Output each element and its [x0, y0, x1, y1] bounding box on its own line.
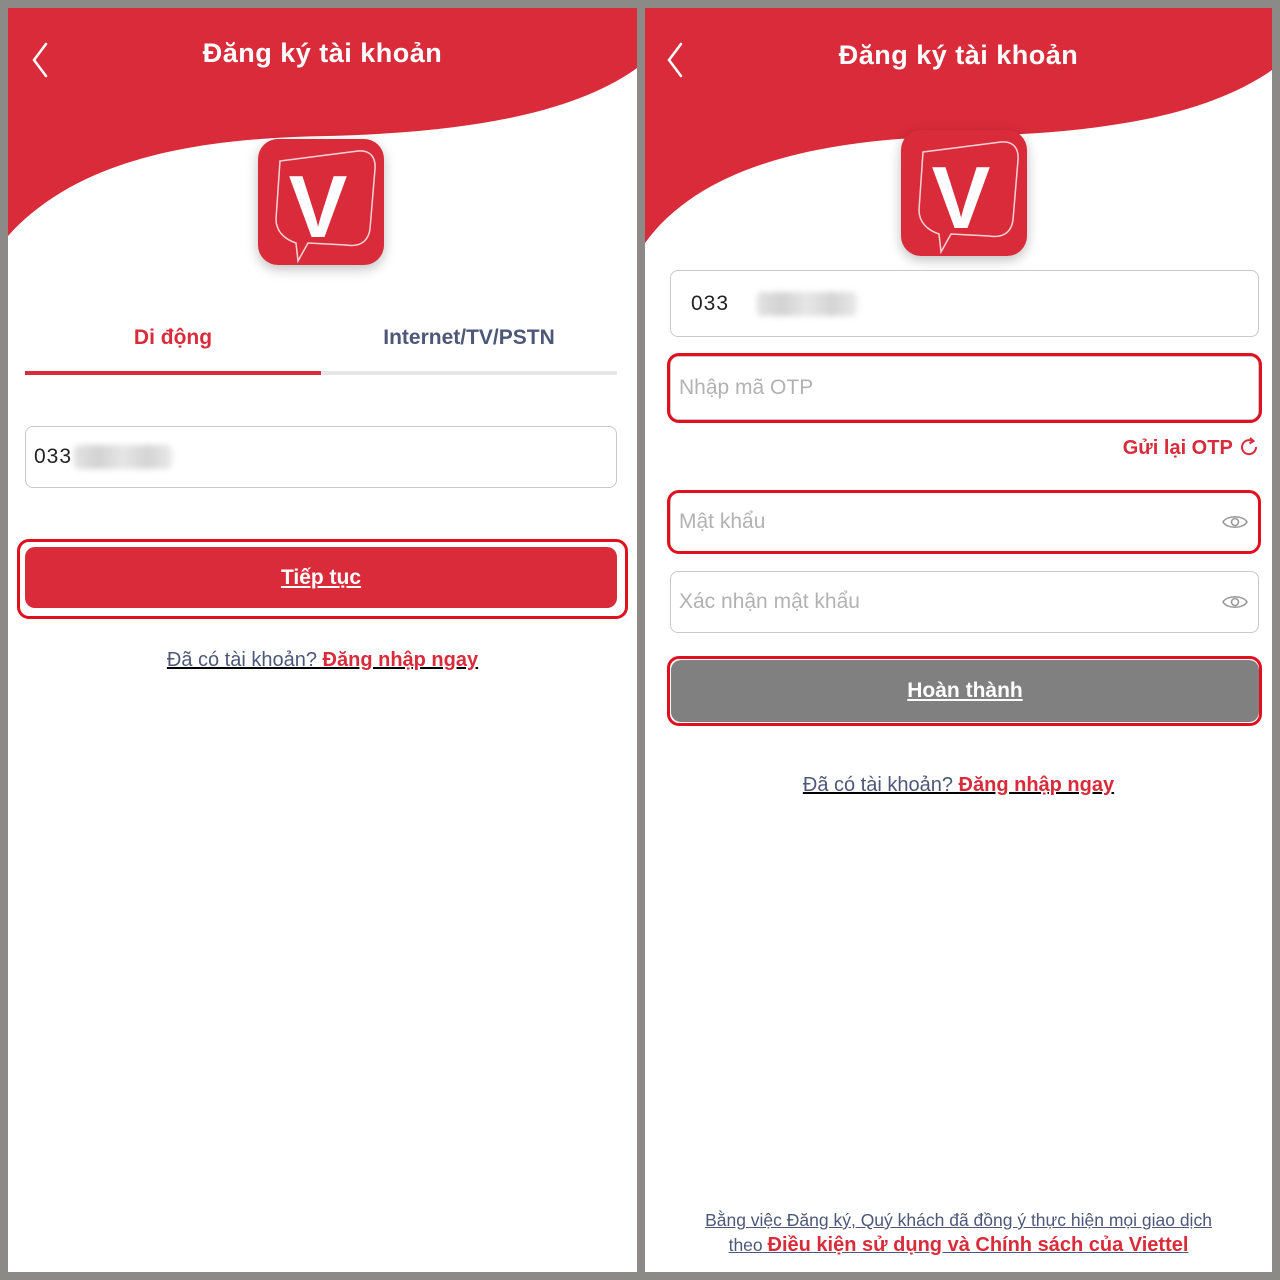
password-placeholder: Mật khẩu: [679, 510, 766, 533]
tab-internet-tv-pstn[interactable]: Internet/TV/PSTN: [321, 326, 617, 350]
login-question: Đã có tài khoản?: [166, 649, 317, 671]
terms-line-2: theo Điều kiện sử dụng và Chính sách của…: [645, 1233, 1272, 1258]
page-title: Đăng ký tài khoản: [202, 38, 443, 68]
svg-text:V: V: [289, 157, 348, 256]
phone-input[interactable]: 033: [670, 270, 1259, 337]
app-logo: V: [258, 139, 384, 265]
terms-prefix: theo: [728, 1235, 763, 1255]
confirm-password-placeholder: Xác nhận mật khẩu: [679, 590, 860, 613]
eye-icon[interactable]: [1222, 592, 1248, 612]
eye-icon[interactable]: [1222, 512, 1248, 532]
tab-divider: [321, 371, 617, 375]
terms-notice: Bằng việc Đăng ký, Quý khách đã đồng ý t…: [645, 1208, 1272, 1258]
tab-mobile[interactable]: Di động: [25, 326, 321, 350]
terms-line-1: Bằng việc Đăng ký, Quý khách đã đồng ý t…: [705, 1210, 1212, 1230]
continue-button[interactable]: Tiếp tục: [25, 547, 617, 608]
resend-otp-button[interactable]: Gửi lại OTP: [1123, 436, 1260, 460]
redacted-phone-digits: [74, 445, 172, 469]
svg-text:V: V: [932, 148, 991, 247]
login-prompt: Đã có tài khoản? Đăng nhập ngay: [8, 649, 637, 672]
terms-policy-link[interactable]: Điều kiện sử dụng và Chính sách của Viet…: [768, 1234, 1189, 1256]
phone-input[interactable]: 033: [25, 426, 617, 488]
resend-otp-label: Gửi lại OTP: [1122, 437, 1233, 459]
viettel-logo-icon: V: [275, 150, 376, 264]
redacted-phone-digits: [757, 291, 857, 316]
login-prompt: Đã có tài khoản? Đăng nhập ngay: [645, 774, 1272, 797]
password-input[interactable]: Mật khẩu: [670, 491, 1259, 553]
tab-active-indicator: [25, 371, 321, 375]
viettel-logo-icon: V: [918, 141, 1019, 255]
phone-value: 033: [691, 291, 730, 315]
login-now-link[interactable]: Đăng nhập ngay: [959, 774, 1115, 796]
refresh-icon: [1241, 437, 1258, 456]
otp-placeholder: Nhập mã OTP: [679, 376, 814, 399]
page-title: Đăng ký tài khoản: [838, 40, 1079, 70]
login-now-link[interactable]: Đăng nhập ngay: [323, 649, 479, 671]
phone-value: 033: [34, 445, 73, 468]
left-screen: Đăng ký tài khoản V Di động Internet/TV/…: [8, 8, 637, 1272]
otp-input[interactable]: Nhập mã OTP: [670, 356, 1259, 420]
confirm-password-input[interactable]: Xác nhận mật khẩu: [670, 571, 1259, 633]
complete-button[interactable]: Hoàn thành: [671, 660, 1259, 722]
app-logo: V: [901, 130, 1027, 256]
login-question: Đã có tài khoản?: [802, 774, 953, 796]
right-screen: Đăng ký tài khoản V 033 Nhập mã OTP Gửi …: [645, 8, 1272, 1272]
